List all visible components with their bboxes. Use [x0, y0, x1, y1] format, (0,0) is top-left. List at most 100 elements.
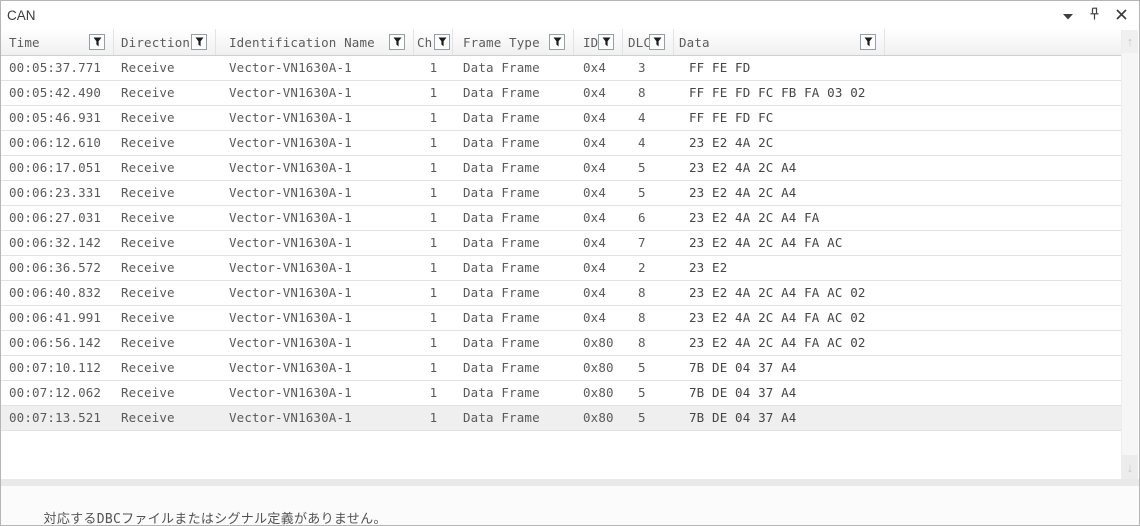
cell-ch: 1: [414, 131, 453, 155]
cell-direction: Receive: [114, 256, 216, 280]
table-row[interactable]: 00:06:23.331ReceiveVector-VN1630A-11Data…: [1, 181, 1122, 206]
cell-frame-type: Data Frame: [453, 256, 574, 280]
cell-id: 0x80: [574, 381, 623, 405]
window-controls: [1060, 8, 1139, 23]
cell-id: 0x4: [574, 131, 623, 155]
table-row[interactable]: 00:06:40.832ReceiveVector-VN1630A-11Data…: [1, 281, 1122, 306]
cell-ch: 1: [414, 231, 453, 255]
auto-hide-pin-button[interactable]: [1087, 8, 1102, 23]
cell-time: 00:07:12.062: [1, 381, 114, 405]
filter-funnel-icon: [653, 35, 662, 50]
column-header-identification-name[interactable]: Identification Name: [216, 29, 414, 55]
scroll-down-button[interactable]: ↓: [1122, 455, 1138, 479]
horizontal-splitter[interactable]: [1, 479, 1139, 486]
cell-frame-type: Data Frame: [453, 406, 574, 430]
filter-button-frame-type[interactable]: [549, 34, 565, 50]
column-label: Data: [679, 35, 710, 50]
close-icon: [1116, 8, 1127, 23]
cell-data: 23 E2 4A 2C A4 FA: [674, 206, 885, 230]
column-header-id[interactable]: ID: [574, 29, 623, 55]
column-header-dlc[interactable]: DLC: [623, 29, 674, 55]
cell-data: 23 E2 4A 2C: [674, 131, 885, 155]
cell-dlc: 5: [623, 156, 674, 180]
cell-frame-type: Data Frame: [453, 231, 574, 255]
cell-filler: [885, 406, 1122, 430]
header-filler: [885, 29, 1122, 55]
table-row[interactable]: 00:05:42.490ReceiveVector-VN1630A-11Data…: [1, 81, 1122, 106]
filter-button-id[interactable]: [598, 34, 614, 50]
table-row[interactable]: 00:07:10.112ReceiveVector-VN1630A-11Data…: [1, 356, 1122, 381]
cell-filler: [885, 281, 1122, 305]
window-position-button[interactable]: [1060, 8, 1075, 23]
cell-identification-name: Vector-VN1630A-1: [216, 56, 414, 80]
table-row[interactable]: 00:06:36.572ReceiveVector-VN1630A-11Data…: [1, 256, 1122, 281]
column-label: Time: [9, 35, 40, 50]
table-row[interactable]: 00:06:32.142ReceiveVector-VN1630A-11Data…: [1, 231, 1122, 256]
table-row[interactable]: 00:06:41.991ReceiveVector-VN1630A-11Data…: [1, 306, 1122, 331]
cell-ch: 1: [414, 406, 453, 430]
table-row[interactable]: 00:05:46.931ReceiveVector-VN1630A-11Data…: [1, 106, 1122, 131]
cell-ch: 1: [414, 81, 453, 105]
cell-time: 00:06:36.572: [1, 256, 114, 280]
column-header-frame-type[interactable]: Frame Type: [453, 29, 574, 55]
cell-time: 00:06:27.031: [1, 206, 114, 230]
cell-direction: Receive: [114, 306, 216, 330]
filter-button-data[interactable]: [860, 34, 876, 50]
cell-filler: [885, 181, 1122, 205]
cell-id: 0x80: [574, 331, 623, 355]
cell-direction: Receive: [114, 206, 216, 230]
table-row[interactable]: 00:06:12.610ReceiveVector-VN1630A-11Data…: [1, 131, 1122, 156]
cell-direction: Receive: [114, 381, 216, 405]
filter-funnel-icon: [438, 35, 447, 50]
filter-button-direction[interactable]: [191, 34, 207, 50]
cell-identification-name: Vector-VN1630A-1: [216, 281, 414, 305]
filter-button-time[interactable]: [89, 34, 105, 50]
cell-identification-name: Vector-VN1630A-1: [216, 406, 414, 430]
cell-identification-name: Vector-VN1630A-1: [216, 181, 414, 205]
cell-frame-type: Data Frame: [453, 331, 574, 355]
cell-direction: Receive: [114, 106, 216, 130]
filter-button-dlc[interactable]: [649, 34, 665, 50]
cell-dlc: 8: [623, 306, 674, 330]
cell-frame-type: Data Frame: [453, 306, 574, 330]
cell-direction: Receive: [114, 131, 216, 155]
cell-dlc: 2: [623, 256, 674, 280]
cell-data: FF FE FD FC FB FA 03 02: [674, 81, 885, 105]
column-label: DLC: [628, 35, 651, 50]
cell-frame-type: Data Frame: [453, 56, 574, 80]
table-row[interactable]: 00:06:17.051ReceiveVector-VN1630A-11Data…: [1, 156, 1122, 181]
column-header-direction[interactable]: Direction: [114, 29, 216, 55]
cell-direction: Receive: [114, 56, 216, 80]
scroll-up-button[interactable]: ↑: [1122, 30, 1138, 53]
cell-time: 00:06:40.832: [1, 281, 114, 305]
cell-direction: Receive: [114, 81, 216, 105]
table-row[interactable]: 00:07:13.521ReceiveVector-VN1630A-11Data…: [1, 406, 1122, 431]
column-header-time[interactable]: Time: [1, 29, 114, 55]
cell-filler: [885, 231, 1122, 255]
cell-time: 00:05:46.931: [1, 106, 114, 130]
filter-button-identification-name[interactable]: [389, 34, 405, 50]
cell-time: 00:06:56.142: [1, 331, 114, 355]
table-row[interactable]: 00:05:37.771ReceiveVector-VN1630A-11Data…: [1, 56, 1122, 81]
vertical-scrollbar[interactable]: ↑ ↓: [1121, 30, 1138, 479]
cell-dlc: 4: [623, 131, 674, 155]
cell-time: 00:06:23.331: [1, 181, 114, 205]
table-row[interactable]: 00:06:27.031ReceiveVector-VN1630A-11Data…: [1, 206, 1122, 231]
column-header-data[interactable]: Data: [674, 29, 885, 55]
cell-ch: 1: [414, 331, 453, 355]
filter-funnel-icon: [195, 35, 204, 50]
cell-filler: [885, 81, 1122, 105]
cell-direction: Receive: [114, 231, 216, 255]
header-row: Time Direction Identification NameChFrame …: [1, 29, 1122, 56]
cell-id: 0x4: [574, 181, 623, 205]
cell-dlc: 8: [623, 81, 674, 105]
close-button[interactable]: [1114, 8, 1129, 23]
table-row[interactable]: 00:07:12.062ReceiveVector-VN1630A-11Data…: [1, 381, 1122, 406]
column-header-ch[interactable]: Ch: [414, 29, 453, 55]
cell-identification-name: Vector-VN1630A-1: [216, 156, 414, 180]
table-row[interactable]: 00:06:56.142ReceiveVector-VN1630A-11Data…: [1, 331, 1122, 356]
cell-time: 00:05:42.490: [1, 81, 114, 105]
cell-data: 23 E2 4A 2C A4 FA AC: [674, 231, 885, 255]
filter-button-ch[interactable]: [434, 34, 450, 50]
column-label: Direction: [121, 35, 190, 50]
